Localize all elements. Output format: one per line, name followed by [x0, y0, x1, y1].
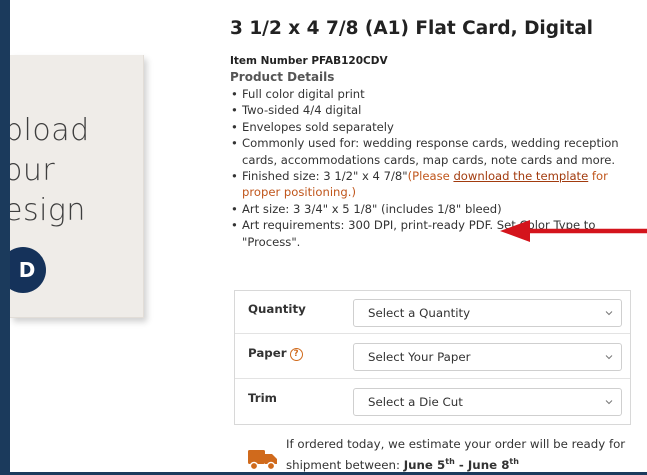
item-number-value: PFAB120CDV [311, 55, 388, 67]
preview-text-line-1: pload [10, 113, 90, 148]
detail-item: Envelopes sold separately [230, 119, 640, 136]
detail-item-art-size: Art size: 3 3/4" x 5 1/8" (includes 1/8"… [230, 201, 640, 218]
shipping-line-1: If ordered today, we estimate your order… [286, 437, 626, 451]
trim-select-value: Select a Die Cut [368, 395, 463, 409]
quantity-label: Quantity [248, 302, 306, 316]
end-day: June 8 [467, 457, 510, 472]
shipping-line-2: shipment between: June 5th - June 8th [286, 453, 646, 474]
detail-item-finished-size: Finished size: 3 1/2" x 4 7/8"(Please do… [230, 168, 640, 201]
preview-text-line-2: our [10, 153, 56, 188]
item-number: Item Number PFAB120CDV [230, 55, 388, 67]
trim-label: Trim [248, 391, 277, 405]
detail-item: Full color digital print [230, 86, 640, 103]
quantity-select-value: Select a Quantity [368, 306, 471, 320]
shipping-estimate-text: If ordered today, we estimate your order… [286, 435, 646, 474]
upload-design-button-label: D [18, 258, 36, 282]
truck-icon [248, 450, 277, 471]
shipping-estimate: If ordered today, we estimate your order… [248, 435, 638, 475]
start-day-suffix: th [445, 457, 455, 466]
paper-row: Paper? Select Your Paper [235, 335, 630, 377]
chevron-down-icon [605, 311, 613, 316]
product-options-panel: Quantity Select a Quantity Paper? Select… [234, 290, 631, 425]
help-circle-icon[interactable]: ? [289, 348, 303, 361]
quantity-select[interactable]: Select a Quantity [353, 299, 622, 327]
quantity-row: Quantity Select a Quantity [235, 291, 630, 333]
shipping-start-date: June 5th [403, 457, 455, 472]
preview-text-line-3: esign [10, 193, 86, 228]
row-divider [235, 333, 630, 334]
trim-row: Trim Select a Die Cut [235, 380, 630, 422]
chevron-down-icon [605, 355, 613, 360]
detail-item: Commonly used for: wedding response card… [230, 135, 640, 168]
trim-select[interactable]: Select a Die Cut [353, 388, 622, 416]
download-template-link[interactable]: download the template [453, 169, 588, 183]
row-divider [235, 378, 630, 379]
shipping-prefix: shipment between: [286, 457, 404, 472]
date-separator: - [454, 457, 468, 472]
end-day-suffix: th [509, 457, 519, 466]
upload-design-button[interactable]: D [10, 247, 46, 293]
paper-select-value: Select Your Paper [368, 350, 471, 364]
paper-label-text: Paper [248, 346, 287, 360]
shipping-end-date: June 8th [467, 457, 519, 472]
design-preview-card: pload our esign D [10, 55, 144, 318]
item-number-label: Item Number [230, 55, 308, 67]
paper-select[interactable]: Select Your Paper [353, 343, 622, 371]
chevron-down-icon [605, 400, 613, 405]
detail-item: Two-sided 4/4 digital [230, 102, 640, 119]
product-title: 3 1/2 x 4 7/8 (A1) Flat Card, Digital [230, 18, 594, 39]
product-details-heading: Product Details [230, 70, 335, 84]
start-day: June 5 [403, 457, 446, 472]
red-arrow-icon [500, 220, 647, 242]
finished-size-text: Finished size: 3 1/2" x 4 7/8" [242, 169, 408, 184]
finished-note-prefix: (Please [407, 169, 454, 184]
paper-label: Paper? [248, 346, 303, 361]
